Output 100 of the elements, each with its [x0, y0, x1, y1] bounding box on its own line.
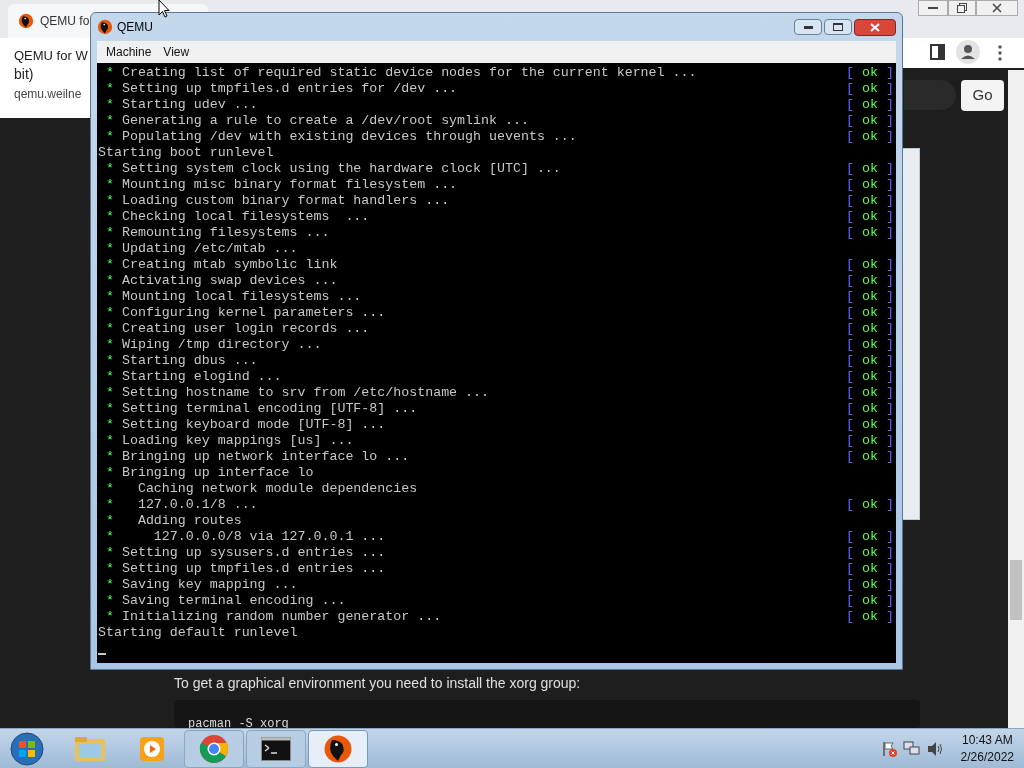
- popup-title: bit): [14, 65, 35, 84]
- status-label: [ ok ]: [846, 305, 895, 321]
- console-line: * Configuring kernel parameters ...: [105, 305, 386, 321]
- windows-logo-icon: [10, 731, 44, 766]
- console-line: * Creating list of required static device nodes for the current kernel ...: [105, 65, 697, 81]
- minimize-icon: [928, 6, 938, 10]
- status-label: [ ok ]: [846, 609, 895, 625]
- console-line: * Setting terminal encoding [UTF-8] ...: [105, 401, 418, 417]
- status-label: [ ok ]: [846, 113, 895, 129]
- status-label: [ ok ]: [846, 561, 895, 577]
- console-line: * Setting up tmpfiles.d entries ...: [105, 561, 386, 577]
- qemu-logo-icon: [18, 13, 34, 29]
- taskbar-button[interactable]: [308, 729, 368, 768]
- console-line: * Wiping /tmp directory ...: [105, 337, 322, 353]
- text-cursor: [98, 653, 106, 655]
- window-title: QEMU: [117, 19, 153, 36]
- speaker-icon[interactable]: [926, 740, 945, 757]
- console-line: * Setting keyboard mode [UTF-8] ...: [105, 417, 386, 433]
- console-line: * Initializing random number generator ...: [105, 609, 442, 625]
- console-line: * Adding routes: [105, 513, 242, 529]
- minimize-button[interactable]: [918, 0, 948, 16]
- console-line: Starting boot runlevel: [98, 145, 274, 161]
- scrollbar-thumb[interactable]: [1010, 560, 1022, 620]
- console-line: * Checking local filesystems ...: [105, 209, 370, 225]
- console-line: * Saving terminal encoding ...: [105, 593, 346, 609]
- status-label: [ ok ]: [846, 321, 895, 337]
- console-line: * Updating /etc/mtab ...: [105, 241, 298, 257]
- console-line: * Starting elogind ...: [105, 369, 282, 385]
- console-line: Starting default runlevel: [98, 625, 298, 641]
- status-label: [ ok ]: [846, 529, 895, 545]
- status-label: [ ok ]: [846, 177, 895, 193]
- maximize-icon: [833, 23, 843, 31]
- status-label: [ ok ]: [846, 209, 895, 225]
- status-label: [ ok ]: [846, 81, 895, 97]
- menu-item[interactable]: Machine: [101, 43, 157, 61]
- console-line: * Generating a rule to create a /dev/root symlink ...: [105, 113, 529, 129]
- status-label: [ ok ]: [846, 65, 895, 81]
- go-button[interactable]: Go: [961, 80, 1004, 111]
- page-paragraph: To get a graphical environment you need to install the xorg group:: [174, 674, 581, 693]
- restore-button[interactable]: [948, 0, 976, 16]
- status-label: [ ok ]: [846, 577, 895, 593]
- flag-icon[interactable]: [880, 740, 897, 757]
- clock[interactable]: 10:43 AM 2/26/2022: [960, 731, 1014, 766]
- status-label: [ ok ]: [846, 161, 895, 177]
- qemu-logo-icon: [323, 733, 353, 764]
- console-line: * Bringing up interface lo: [105, 465, 314, 481]
- chrome-icon: [199, 733, 229, 764]
- status-label: [ ok ]: [846, 433, 895, 449]
- minimize-icon: [803, 25, 813, 29]
- maximize-button[interactable]: [824, 19, 852, 35]
- profile-icon[interactable]: [956, 40, 980, 64]
- close-icon: [992, 3, 1002, 13]
- menu-icon[interactable]: [998, 45, 1002, 61]
- status-label: [ ok ]: [846, 417, 895, 433]
- close-button[interactable]: [976, 0, 1018, 16]
- console-line: * Activating swap devices ...: [105, 273, 338, 289]
- status-label: [ ok ]: [846, 193, 895, 209]
- console-line: * Saving key mapping ...: [105, 577, 298, 593]
- console-line: * Loading key mappings [us] ...: [105, 433, 354, 449]
- terminal-icon: [261, 736, 291, 761]
- taskbar-button[interactable]: [246, 729, 306, 768]
- status-label: [ ok ]: [846, 545, 895, 561]
- menu-item[interactable]: View: [158, 43, 195, 61]
- console-line: * 127.0.0.1/8 ...: [105, 497, 258, 513]
- console-line: * Setting hostname to srv from /etc/hostname ...: [105, 385, 489, 401]
- console-line: * Populating /dev with existing devices through uevents ...: [105, 129, 577, 145]
- console-line: * Loading custom binary format handlers ...: [105, 193, 450, 209]
- status-label: [ ok ]: [846, 273, 895, 289]
- popup-url: qemu.weilne: [14, 86, 83, 103]
- mouse-pointer-icon: [158, 0, 170, 18]
- close-button[interactable]: [854, 18, 896, 36]
- status-label: [ ok ]: [846, 337, 895, 353]
- status-label: [ ok ]: [846, 497, 895, 513]
- console-line: * Setting up sysusers.d entries ...: [105, 545, 386, 561]
- restore-icon: [957, 3, 967, 13]
- console-line: * Remounting filesystems ...: [105, 225, 330, 241]
- console-line: * Creating user login records ...: [105, 321, 370, 337]
- console-line: * Starting udev ...: [105, 97, 258, 113]
- status-label: [ ok ]: [846, 449, 895, 465]
- console-line: * Starting dbus ...: [105, 353, 258, 369]
- popup-title: QEMU for W: [14, 47, 89, 65]
- search-field[interactable]: [904, 80, 956, 110]
- console-line: * 127.0.0.0/8 via 127.0.0.1 ...: [105, 529, 386, 545]
- console-line: * Mounting local filesystems ...: [105, 289, 362, 305]
- status-label: [ ok ]: [846, 401, 895, 417]
- status-label: [ ok ]: [846, 369, 895, 385]
- close-icon: [870, 22, 880, 32]
- sidebar-icon: [930, 44, 945, 60]
- console-line: * Setting system clock using the hardware clock [UTC] ...: [105, 161, 561, 177]
- minimize-button[interactable]: [794, 19, 822, 35]
- console-line: * Creating mtab symbolic link: [105, 257, 338, 273]
- network-icon[interactable]: [902, 740, 921, 757]
- play-icon: [138, 734, 166, 763]
- folder-icon: [74, 734, 106, 763]
- console-line: * Bringing up network interface lo ...: [105, 449, 410, 465]
- status-label: [ ok ]: [846, 289, 895, 305]
- qemu-logo-icon: [97, 19, 113, 35]
- status-label: [ ok ]: [846, 385, 895, 401]
- console-line: * Caching network module dependencies: [105, 481, 418, 497]
- status-label: [ ok ]: [846, 129, 895, 145]
